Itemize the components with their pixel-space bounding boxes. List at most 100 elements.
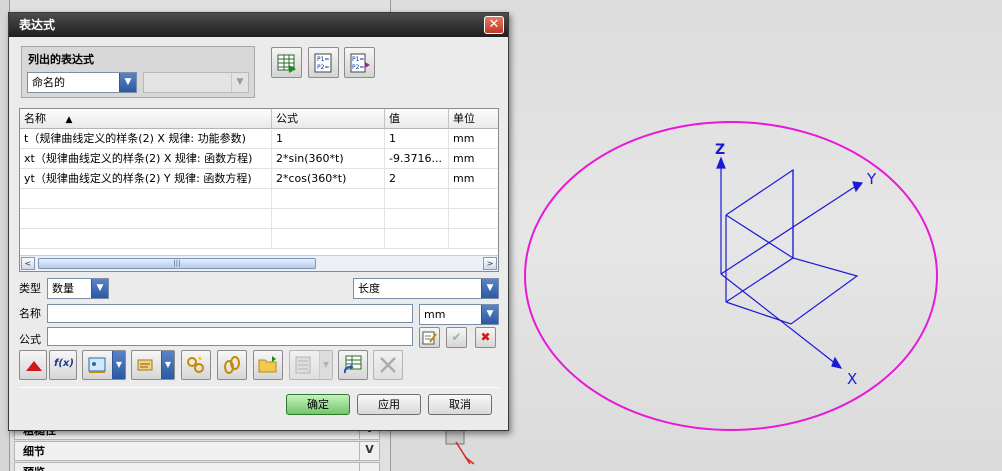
header-label: 单位 — [453, 112, 475, 125]
column-header-name[interactable]: 名称 ▲ — [20, 109, 272, 129]
expressions-dialog: 表达式 ✕ 列出的表达式 命名的 ▼ ▼ P1= P2= P1= P2= 名称 … — [8, 12, 509, 431]
header-label: 公式 — [276, 112, 298, 125]
check-icon: ✔ — [451, 330, 462, 344]
export-expressions-button[interactable]: P1= P2= — [344, 47, 375, 78]
panel-row-label: 细节 — [23, 445, 45, 458]
formula-input[interactable] — [47, 327, 413, 346]
cell-unit: mm — [453, 152, 475, 165]
y-axis-label: Y — [867, 170, 877, 188]
accept-formula-button[interactable]: ✔ — [446, 327, 467, 348]
edit-formula-button[interactable] — [419, 327, 440, 348]
empty-cell — [20, 229, 272, 249]
spreadsheet-update-button[interactable] — [338, 350, 368, 380]
edit-document-icon — [422, 331, 437, 345]
cell-unit: mm — [453, 172, 475, 185]
chain-button[interactable] — [217, 350, 247, 380]
scroll-right-icon[interactable]: > — [483, 257, 497, 270]
svg-text:P1=: P1= — [317, 56, 329, 63]
header-label: 名称 — [24, 112, 46, 125]
name-label: 名称 — [19, 307, 41, 320]
chevron-down-icon[interactable]: ▼ — [481, 305, 498, 324]
chevron-down-icon[interactable]: ▼ — [112, 351, 125, 379]
empty-cell — [272, 189, 385, 209]
column-header-unit[interactable]: 单位 — [449, 109, 498, 129]
chevron-down-icon: ▼ — [231, 73, 248, 92]
triangle-up-icon — [26, 361, 42, 371]
empty-row — [20, 209, 498, 229]
x-axis-label: X — [847, 370, 858, 388]
spreadsheet-refresh-icon — [343, 355, 362, 374]
dialog-title: 表达式 — [19, 18, 56, 32]
secondary-filter-select: ▼ — [143, 72, 249, 93]
close-button[interactable]: ✕ — [484, 16, 504, 34]
chevron-down-icon[interactable]: ▼ — [91, 279, 108, 298]
cell-formula: 2*sin(360*t) — [272, 149, 385, 169]
scroll-thumb[interactable]: ||| — [38, 258, 316, 269]
type-select[interactable]: 数量 ▼ — [47, 278, 109, 299]
close-icon: ✖ — [480, 330, 491, 344]
delete-icon — [380, 357, 396, 373]
ellipse-curve — [524, 121, 938, 431]
column-header-value[interactable]: 值 — [385, 109, 449, 129]
unit-select[interactable]: mm ▼ — [419, 304, 499, 325]
function-insert-button[interactable]: ▼ — [131, 350, 175, 380]
measure-button[interactable]: ▼ — [82, 350, 126, 380]
reject-formula-button[interactable]: ✖ — [475, 327, 496, 348]
table-row[interactable]: yt（规律曲线定义的样条(2) Y 规律: 函数方程) 2*cos(360*t)… — [20, 169, 498, 189]
list-p1-p2-icon: P1= P2= — [314, 53, 332, 73]
open-file-button[interactable] — [253, 350, 283, 380]
list-expressions-button[interactable]: P1= P2= — [308, 47, 339, 78]
scroll-left-icon[interactable]: < — [21, 257, 35, 270]
empty-cell — [385, 209, 449, 229]
table-header: 名称 ▲ 公式 值 单位 — [20, 109, 498, 129]
divider — [19, 387, 499, 388]
type-value: 数量 — [52, 282, 74, 295]
table-row[interactable]: xt（规律曲线定义的样条(2) X 规律: 函数方程) 2*sin(360*t)… — [20, 149, 498, 169]
name-input[interactable] — [47, 304, 413, 323]
dimension-select[interactable]: 长度 ▼ — [353, 278, 499, 299]
empty-cell — [272, 229, 385, 249]
cell-name: t（规律曲线定义的样条(2) X 规律: 功能参数) — [20, 129, 272, 149]
chevron-down-icon[interactable]: ▼ — [119, 73, 136, 92]
cell-value: 1 — [385, 129, 449, 149]
spreadsheet-edit-button[interactable] — [271, 47, 302, 78]
horizontal-scrollbar[interactable]: < ||| > — [20, 255, 498, 271]
empty-cell — [20, 189, 272, 209]
ok-button[interactable]: 确定 — [286, 394, 350, 415]
create-expression-button[interactable] — [19, 350, 47, 380]
empty-cell — [385, 229, 449, 249]
listed-expressions-group: 列出的表达式 命名的 ▼ ▼ — [21, 46, 255, 98]
link-button[interactable] — [181, 350, 211, 380]
apply-button[interactable]: 应用 — [357, 394, 421, 415]
unit-value: mm — [424, 308, 446, 321]
pencil-icon — [137, 359, 153, 371]
datum-csys — [716, 156, 864, 369]
chevron-down-icon[interactable]: ▼ — [161, 351, 174, 379]
table-row[interactable]: t（规律曲线定义的样条(2) X 规律: 功能参数) 1 1 mm — [20, 129, 498, 149]
chevron-down-icon[interactable]: V — [359, 441, 379, 461]
z-axis-label: Z — [715, 142, 726, 158]
panel-row-details[interactable]: 细节 V — [14, 441, 380, 461]
cancel-button[interactable]: 取消 — [428, 394, 492, 415]
measure-icon — [88, 357, 106, 373]
panel-row-preview[interactable]: 预览 — [14, 462, 380, 471]
sort-ascending-icon: ▲ — [65, 115, 73, 125]
list-filter-select[interactable]: 命名的 ▼ — [27, 72, 137, 93]
column-header-formula[interactable]: 公式 — [272, 109, 385, 129]
panel-row-label: 预览 — [23, 466, 45, 471]
list-icon — [295, 356, 311, 374]
function-button[interactable]: f(x) — [49, 350, 77, 380]
header-label: 值 — [389, 112, 400, 125]
function-icon: f(x) — [54, 358, 74, 369]
cell-name: xt（规律曲线定义的样条(2) X 规律: 函数方程) — [20, 149, 272, 169]
empty-cell — [385, 189, 449, 209]
dialog-titlebar[interactable]: 表达式 ✕ — [9, 13, 508, 37]
svg-text:P1=: P1= — [352, 56, 364, 63]
chevron-down-icon[interactable]: ▼ — [481, 279, 498, 298]
expressions-table[interactable]: 名称 ▲ 公式 值 单位 t（规律曲线定义的样条(2) X 规律: 功能参数) … — [19, 108, 499, 272]
empty-row — [20, 229, 498, 249]
svg-text:P2=: P2= — [352, 64, 364, 71]
chevron-down-icon[interactable] — [359, 462, 379, 471]
chevron-down-icon: ▼ — [319, 351, 332, 379]
empty-cell — [20, 209, 272, 229]
